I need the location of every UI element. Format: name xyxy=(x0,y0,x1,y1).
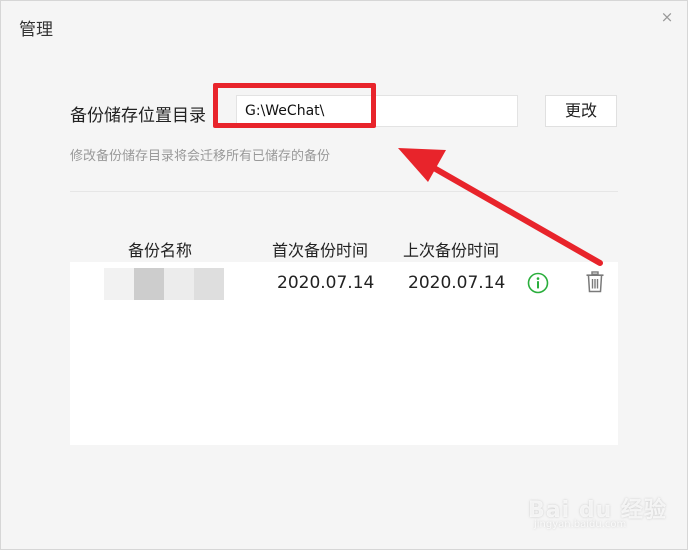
info-icon[interactable] xyxy=(527,272,549,294)
divider xyxy=(70,191,618,192)
last-backup-time-cell: 2020.07.14 xyxy=(408,273,506,293)
trash-icon[interactable] xyxy=(585,271,605,293)
close-button[interactable]: × xyxy=(657,7,677,27)
change-path-button[interactable]: 更改 xyxy=(545,95,617,127)
first-backup-time-cell: 2020.07.14 xyxy=(277,273,375,293)
header-first-backup-time: 首次备份时间 xyxy=(272,241,369,260)
backup-name-redacted xyxy=(104,268,224,300)
backup-table: 2020.07.14 2020.07.14 xyxy=(70,262,618,445)
table-row[interactable]: 2020.07.14 2020.07.14 xyxy=(70,262,618,306)
backup-location-label: 备份储存位置目录 xyxy=(70,106,206,126)
header-backup-name: 备份名称 xyxy=(128,241,193,260)
header-last-backup-time: 上次备份时间 xyxy=(403,241,500,260)
migration-hint: 修改备份储存目录将会迁移所有已储存的备份 xyxy=(70,149,331,164)
backup-path-input[interactable] xyxy=(236,95,518,127)
window-title: 管理 xyxy=(19,20,53,40)
